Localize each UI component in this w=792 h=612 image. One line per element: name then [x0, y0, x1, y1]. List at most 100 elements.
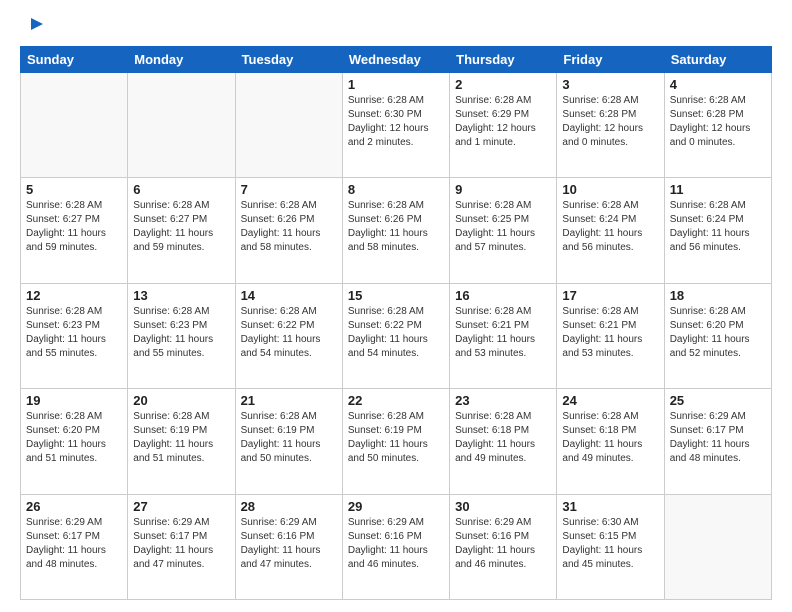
day-cell: 21 Sunrise: 6:28 AMSunset: 6:19 PMDayligh…	[235, 389, 342, 494]
day-info: Sunrise: 6:28 AMSunset: 6:24 PMDaylight:…	[562, 199, 658, 255]
day-cell: 18 Sunrise: 6:28 AMSunset: 6:20 PMDayligh…	[664, 283, 771, 388]
day-number: 13	[133, 288, 229, 303]
day-number: 27	[133, 499, 229, 514]
header	[20, 16, 772, 36]
day-cell: 12Sunrise: 6:28 AMSunset: 6:23 PMDayligh…	[21, 283, 128, 388]
day-cell: 22Sunrise: 6:28 AMSunset: 6:19 PMDayligh…	[342, 389, 449, 494]
day-info: Sunrise: 6:28 AMSunset: 6:20 PMDaylight:…	[670, 305, 766, 361]
calendar-header-row: SundayMondayTuesdayWednesdayThursdayFrid…	[21, 47, 772, 73]
day-info: Sunrise: 6:28 AMSunset: 6:21 PMDaylight:…	[455, 305, 551, 361]
day-cell: 1 Sunrise: 6:28 AMSunset: 6:30 PMDaylight…	[342, 73, 449, 178]
calendar-table: SundayMondayTuesdayWednesdayThursdayFrid…	[20, 46, 772, 600]
day-cell: 20 Sunrise: 6:28 AMSunset: 6:19 PMDayligh…	[128, 389, 235, 494]
col-header-saturday: Saturday	[664, 47, 771, 73]
day-cell: 25 Sunrise: 6:29 AMSunset: 6:17 PMDayligh…	[664, 389, 771, 494]
day-number: 15	[348, 288, 444, 303]
day-number: 19	[26, 393, 122, 408]
day-cell: 2Sunrise: 6:28 AMSunset: 6:29 PMDaylight…	[450, 73, 557, 178]
day-cell	[21, 73, 128, 178]
day-cell: 16 Sunrise: 6:28 AMSunset: 6:21 PMDayligh…	[450, 283, 557, 388]
day-info: Sunrise: 6:28 AMSunset: 6:21 PMDaylight:…	[562, 305, 658, 361]
week-row-5: 26 Sunrise: 6:29 AMSunset: 6:17 PMDayligh…	[21, 494, 772, 599]
day-info: Sunrise: 6:29 AMSunset: 6:17 PMDaylight:…	[133, 516, 229, 572]
day-number: 9	[455, 182, 551, 197]
day-number: 7	[241, 182, 337, 197]
day-number: 1	[348, 77, 444, 92]
day-info: Sunrise: 6:28 AMSunset: 6:30 PMDaylight:…	[348, 94, 444, 150]
day-number: 21	[241, 393, 337, 408]
day-cell: 31Sunrise: 6:30 AMSunset: 6:15 PMDayligh…	[557, 494, 664, 599]
day-cell: 15 Sunrise: 6:28 AMSunset: 6:22 PMDayligh…	[342, 283, 449, 388]
day-number: 23	[455, 393, 551, 408]
logo	[20, 20, 45, 36]
day-cell: 7 Sunrise: 6:28 AMSunset: 6:26 PMDaylight…	[235, 178, 342, 283]
day-cell: 24 Sunrise: 6:28 AMSunset: 6:18 PMDayligh…	[557, 389, 664, 494]
day-number: 28	[241, 499, 337, 514]
day-info: Sunrise: 6:28 AMSunset: 6:26 PMDaylight:…	[348, 199, 444, 255]
day-cell: 3Sunrise: 6:28 AMSunset: 6:28 PMDaylight…	[557, 73, 664, 178]
day-number: 11	[670, 182, 766, 197]
day-number: 14	[241, 288, 337, 303]
day-number: 25	[670, 393, 766, 408]
day-info: Sunrise: 6:28 AMSunset: 6:27 PMDaylight:…	[133, 199, 229, 255]
day-number: 16	[455, 288, 551, 303]
day-info: Sunrise: 6:28 AMSunset: 6:27 PMDaylight:…	[26, 199, 122, 255]
day-number: 6	[133, 182, 229, 197]
day-info: Sunrise: 6:30 AMSunset: 6:15 PMDaylight:…	[562, 516, 658, 572]
day-number: 17	[562, 288, 658, 303]
day-info: Sunrise: 6:28 AMSunset: 6:24 PMDaylight:…	[670, 199, 766, 255]
day-cell: 30Sunrise: 6:29 AMSunset: 6:16 PMDayligh…	[450, 494, 557, 599]
col-header-monday: Monday	[128, 47, 235, 73]
day-number: 26	[26, 499, 122, 514]
day-cell: 26 Sunrise: 6:29 AMSunset: 6:17 PMDayligh…	[21, 494, 128, 599]
day-info: Sunrise: 6:29 AMSunset: 6:17 PMDaylight:…	[670, 410, 766, 466]
day-info: Sunrise: 6:28 AMSunset: 6:18 PMDaylight:…	[455, 410, 551, 466]
day-cell	[235, 73, 342, 178]
week-row-3: 12 Sunrise: 6:28 AMSunset: 6:23 PMDayligh…	[21, 283, 772, 388]
day-info: Sunrise: 6:28 AMSunset: 6:19 PMDaylight:…	[133, 410, 229, 466]
day-cell	[128, 73, 235, 178]
day-info: Sunrise: 6:29 AMSunset: 6:16 PMDaylight:…	[348, 516, 444, 572]
day-number: 18	[670, 288, 766, 303]
day-info: Sunrise: 6:29 AMSunset: 6:17 PMDaylight:…	[26, 516, 122, 572]
col-header-thursday: Thursday	[450, 47, 557, 73]
day-info: Sunrise: 6:28 AMSunset: 6:20 PMDaylight:…	[26, 410, 122, 466]
day-cell: 9Sunrise: 6:28 AMSunset: 6:25 PMDaylight…	[450, 178, 557, 283]
week-row-2: 5Sunrise: 6:28 AMSunset: 6:27 PMDaylight…	[21, 178, 772, 283]
day-info: Sunrise: 6:28 AMSunset: 6:19 PMDaylight:…	[241, 410, 337, 466]
day-number: 24	[562, 393, 658, 408]
day-number: 3	[562, 77, 658, 92]
day-info: Sunrise: 6:29 AMSunset: 6:16 PMDaylight:…	[241, 516, 337, 572]
day-cell: 17 Sunrise: 6:28 AMSunset: 6:21 PMDayligh…	[557, 283, 664, 388]
day-cell	[664, 494, 771, 599]
day-cell: 19 Sunrise: 6:28 AMSunset: 6:20 PMDayligh…	[21, 389, 128, 494]
day-number: 20	[133, 393, 229, 408]
day-cell: 6 Sunrise: 6:28 AMSunset: 6:27 PMDaylight…	[128, 178, 235, 283]
logo-icon	[23, 16, 45, 38]
col-header-tuesday: Tuesday	[235, 47, 342, 73]
day-info: Sunrise: 6:28 AMSunset: 6:19 PMDaylight:…	[348, 410, 444, 466]
col-header-sunday: Sunday	[21, 47, 128, 73]
day-cell: 4Sunrise: 6:28 AMSunset: 6:28 PMDaylight…	[664, 73, 771, 178]
day-cell: 5Sunrise: 6:28 AMSunset: 6:27 PMDaylight…	[21, 178, 128, 283]
day-cell: 13 Sunrise: 6:28 AMSunset: 6:23 PMDayligh…	[128, 283, 235, 388]
day-cell: 28 Sunrise: 6:29 AMSunset: 6:16 PMDayligh…	[235, 494, 342, 599]
day-cell: 14Sunrise: 6:28 AMSunset: 6:22 PMDayligh…	[235, 283, 342, 388]
day-cell: 11 Sunrise: 6:28 AMSunset: 6:24 PMDayligh…	[664, 178, 771, 283]
day-number: 30	[455, 499, 551, 514]
day-cell: 29 Sunrise: 6:29 AMSunset: 6:16 PMDayligh…	[342, 494, 449, 599]
day-cell: 10Sunrise: 6:28 AMSunset: 6:24 PMDayligh…	[557, 178, 664, 283]
week-row-4: 19 Sunrise: 6:28 AMSunset: 6:20 PMDayligh…	[21, 389, 772, 494]
day-info: Sunrise: 6:28 AMSunset: 6:23 PMDaylight:…	[133, 305, 229, 361]
day-number: 8	[348, 182, 444, 197]
day-info: Sunrise: 6:28 AMSunset: 6:18 PMDaylight:…	[562, 410, 658, 466]
page: SundayMondayTuesdayWednesdayThursdayFrid…	[0, 0, 792, 612]
day-info: Sunrise: 6:28 AMSunset: 6:28 PMDaylight:…	[670, 94, 766, 150]
day-info: Sunrise: 6:28 AMSunset: 6:22 PMDaylight:…	[348, 305, 444, 361]
day-info: Sunrise: 6:28 AMSunset: 6:29 PMDaylight:…	[455, 94, 551, 150]
day-number: 12	[26, 288, 122, 303]
day-number: 29	[348, 499, 444, 514]
day-cell: 27 Sunrise: 6:29 AMSunset: 6:17 PMDayligh…	[128, 494, 235, 599]
col-header-friday: Friday	[557, 47, 664, 73]
day-info: Sunrise: 6:28 AMSunset: 6:26 PMDaylight:…	[241, 199, 337, 255]
